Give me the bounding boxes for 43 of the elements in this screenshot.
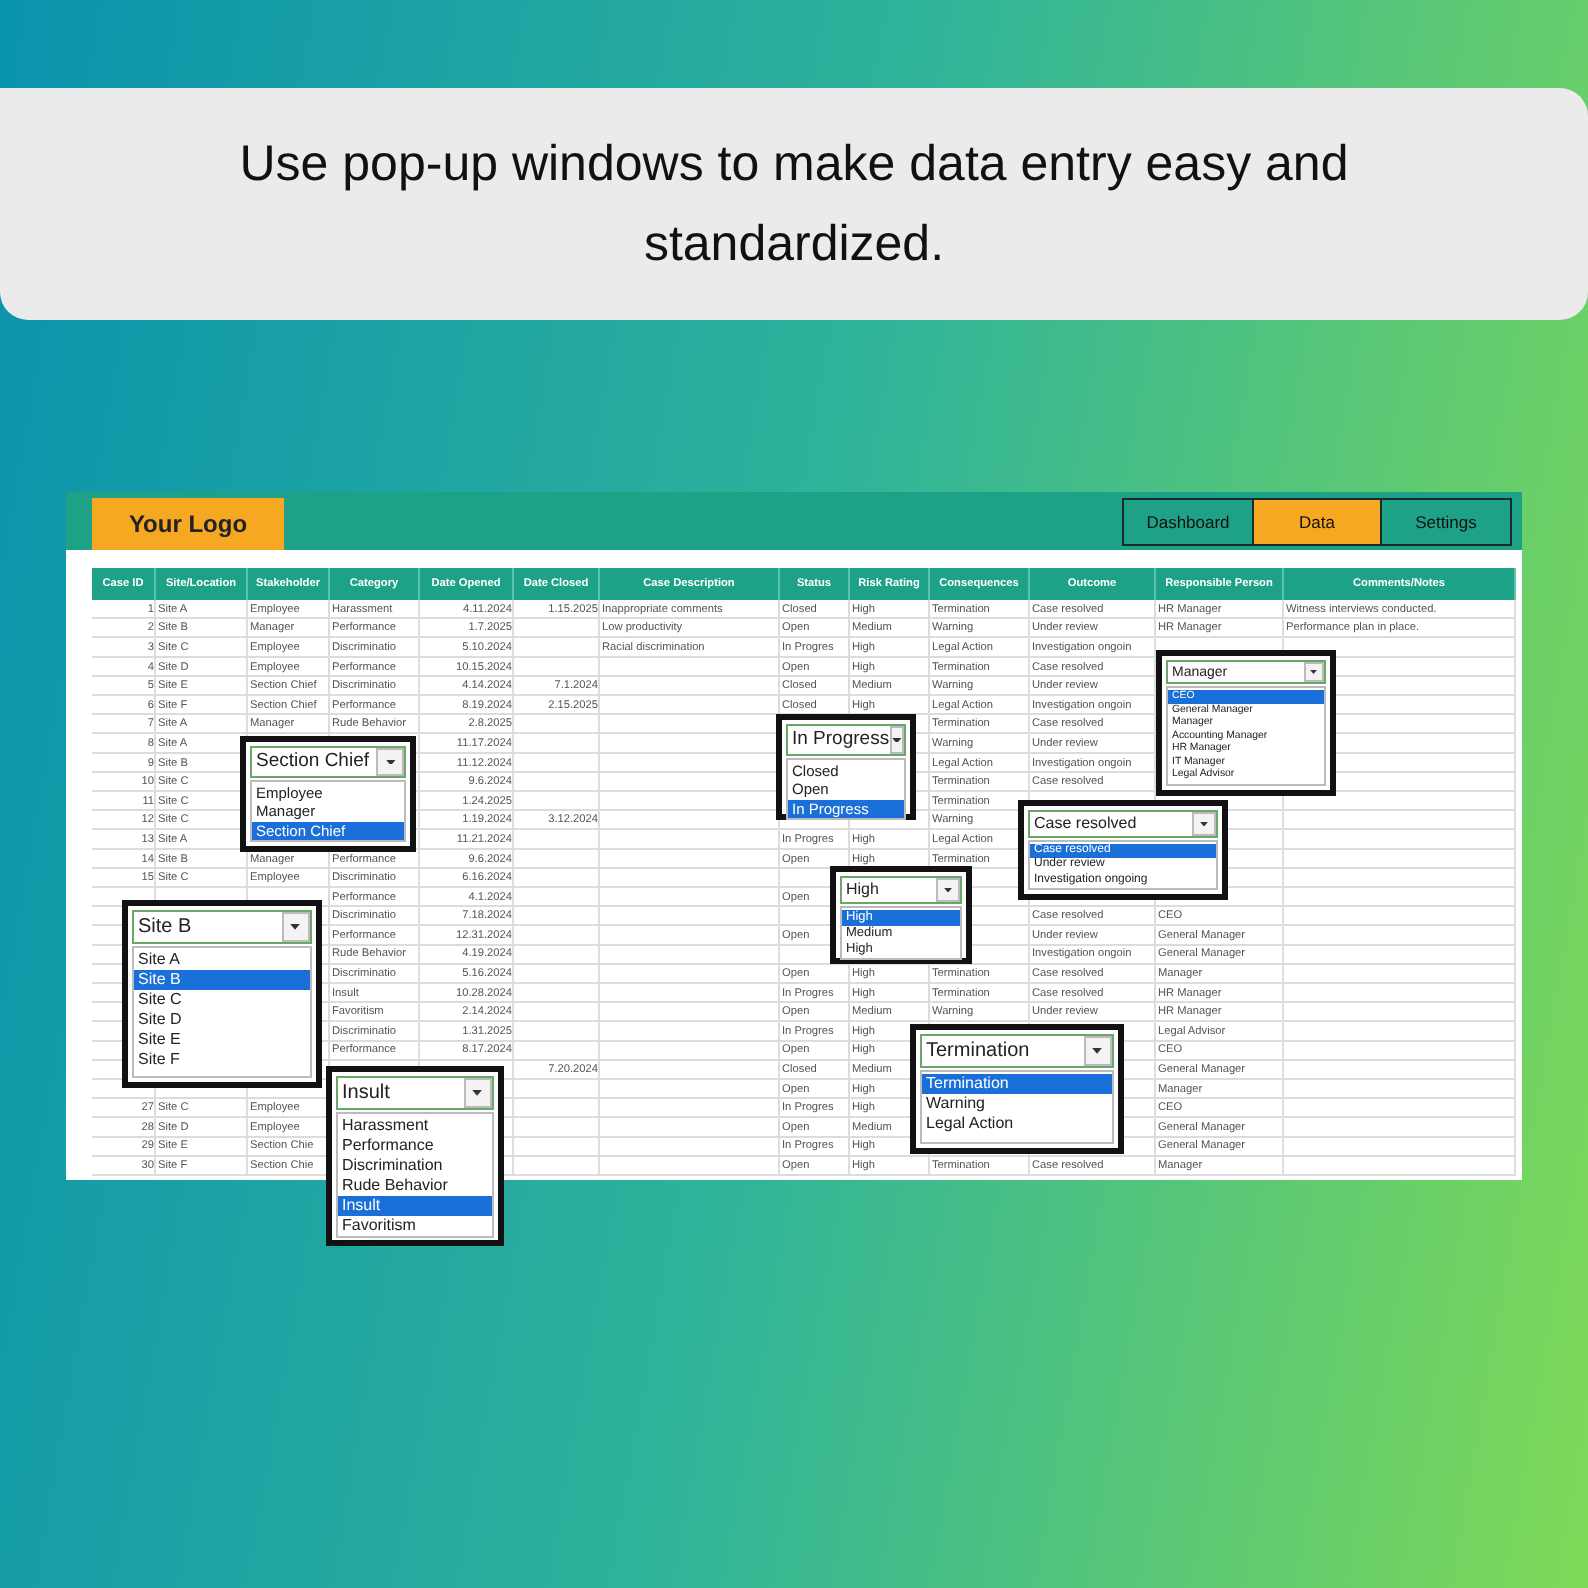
dropdown-option[interactable]: Legal Action xyxy=(922,1113,1112,1133)
dropdown-button[interactable] xyxy=(1192,812,1216,836)
tab[interactable]: Data xyxy=(1251,498,1383,546)
banner-text: Use pop-up windows to make data entry easy and standardized. xyxy=(237,134,1351,276)
dropdown-field[interactable]: Termination xyxy=(920,1034,1114,1067)
dropdown-option[interactable]: Warning xyxy=(922,1093,1112,1113)
caret-icon xyxy=(1092,1047,1103,1054)
caret-icon xyxy=(290,923,301,930)
dropdown-option[interactable]: Site C xyxy=(134,989,310,1009)
dropdown-option[interactable]: Harassment xyxy=(338,1115,492,1135)
dropdown-option[interactable]: Site F xyxy=(134,1049,310,1069)
dropdown-option[interactable]: Site D xyxy=(134,1009,310,1029)
dropdown-field[interactable]: In Progress xyxy=(786,724,906,756)
tab[interactable]: Settings xyxy=(1380,498,1512,546)
caret-icon xyxy=(944,887,953,892)
dropdown-button[interactable] xyxy=(1303,662,1324,683)
dropdown-option[interactable]: Termination xyxy=(922,1073,1112,1093)
caret-icon xyxy=(472,1089,483,1096)
dropdown-button[interactable] xyxy=(281,912,310,941)
tab[interactable]: Dashboard xyxy=(1122,498,1254,546)
dropdown-option[interactable]: Rude Behavior xyxy=(338,1175,492,1195)
caret-icon xyxy=(385,759,396,765)
dropdown-option[interactable]: Discrimination xyxy=(338,1155,492,1175)
dropdown-field[interactable]: High xyxy=(840,876,962,904)
dropdown-button[interactable] xyxy=(889,726,904,754)
dropdown-option[interactable]: Site E xyxy=(134,1029,310,1049)
caret-icon xyxy=(1310,670,1318,675)
dropdown-option[interactable]: Site A xyxy=(134,949,310,969)
dropdown-button[interactable] xyxy=(376,748,404,776)
dropdown-option[interactable]: Favoritism xyxy=(338,1215,492,1235)
caret-icon xyxy=(1200,821,1209,826)
dropdown-button[interactable] xyxy=(463,1078,492,1107)
dropdown-option[interactable]: Performance xyxy=(338,1135,492,1155)
dropdown-option[interactable]: Site B xyxy=(134,969,310,989)
dropdown-field[interactable]: Site B xyxy=(132,910,312,943)
caret-icon xyxy=(891,737,902,743)
dropdown-field[interactable]: Insult xyxy=(336,1076,494,1109)
dropdown-field[interactable]: Case resolved xyxy=(1028,810,1218,838)
dropdown-option[interactable]: Insult xyxy=(338,1195,492,1215)
logo: Your Logo xyxy=(92,498,284,550)
dropdown-button[interactable] xyxy=(936,878,960,902)
dropdown-field[interactable]: Section Chief xyxy=(250,746,406,778)
dropdown-button[interactable] xyxy=(1083,1036,1112,1065)
